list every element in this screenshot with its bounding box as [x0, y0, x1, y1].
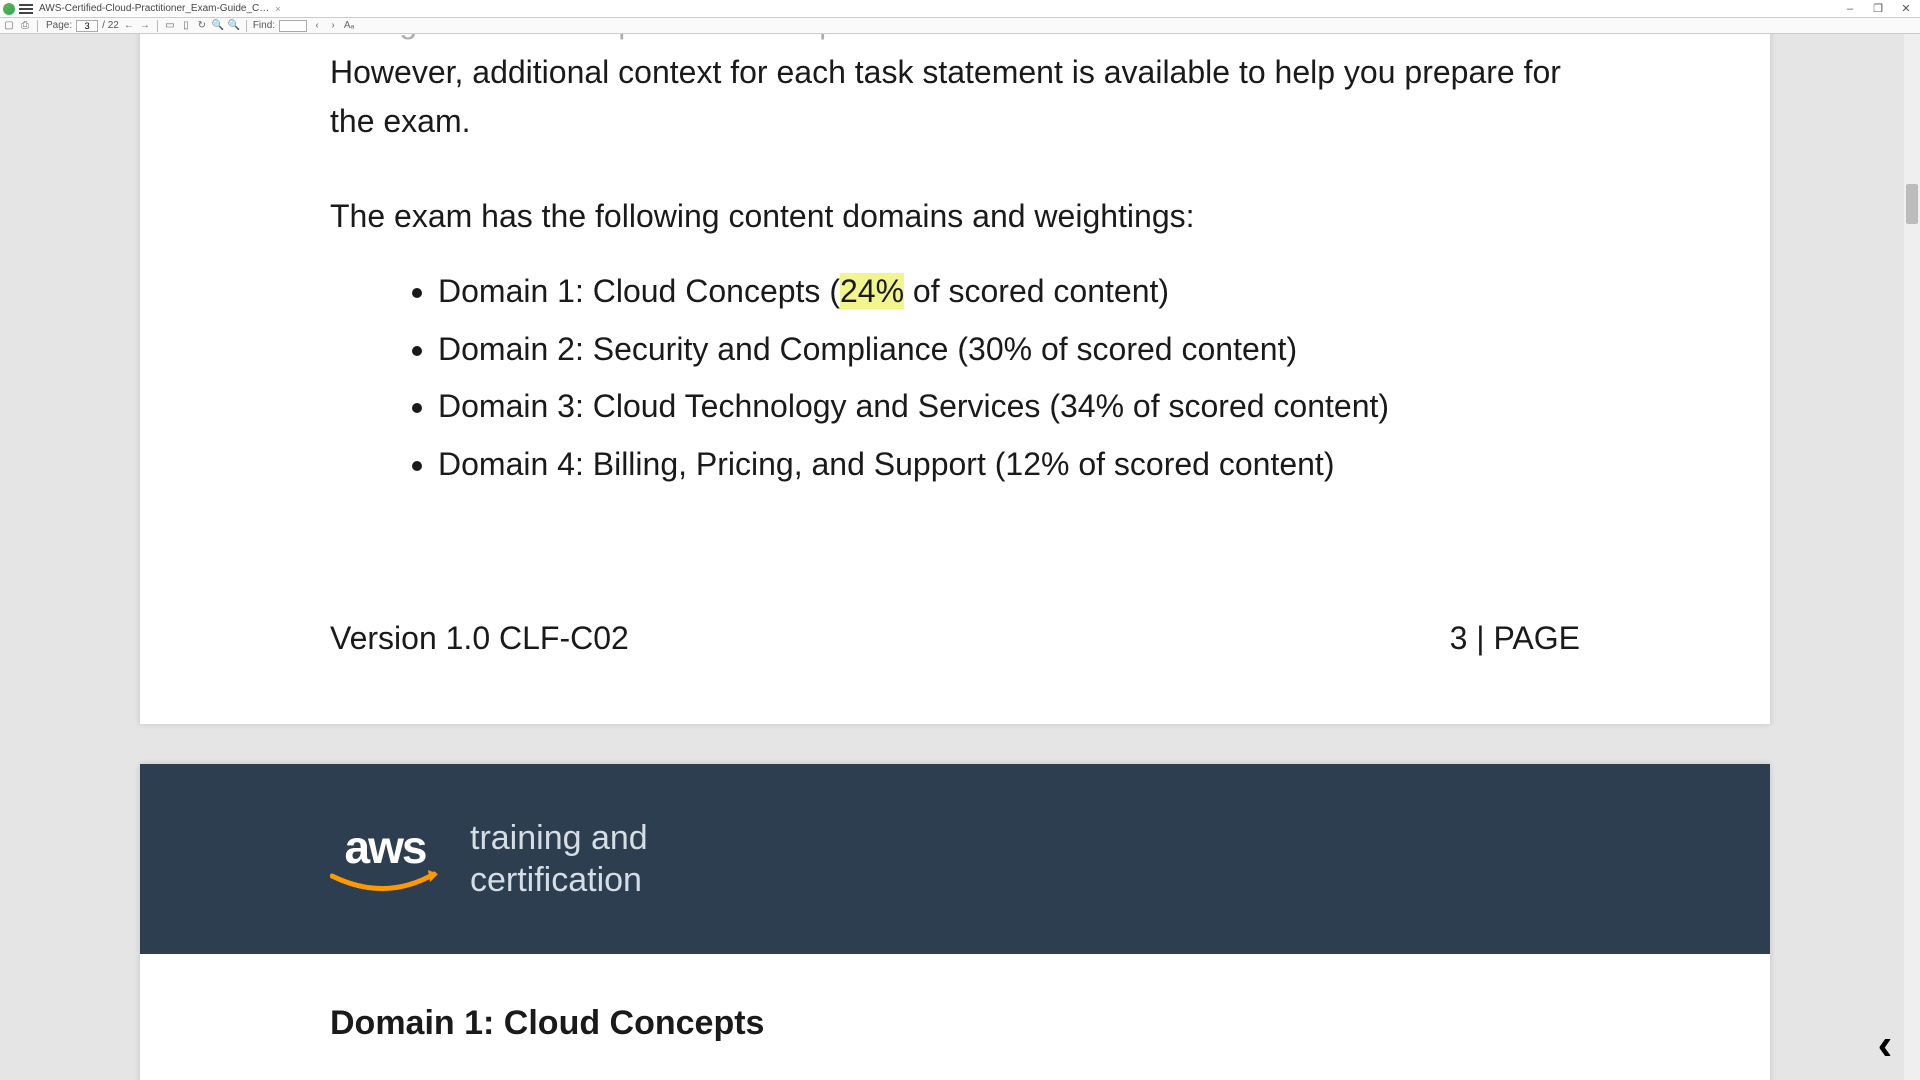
- toolbar-divider: [157, 20, 158, 32]
- zoom-out-icon[interactable]: 🔍: [212, 20, 224, 32]
- domain-bullet-4: Domain 4: Billing, Pricing, and Support …: [438, 440, 1570, 490]
- page-footer: Version 1.0 CLF-C02 3 | PAGE: [330, 620, 1580, 657]
- back-chevron-icon[interactable]: ‹: [1860, 1020, 1910, 1070]
- rotate-icon[interactable]: ↻: [196, 20, 208, 32]
- app-icon: [3, 3, 15, 15]
- find-prev-icon[interactable]: ‹: [311, 20, 323, 32]
- domain-bullet-3: Domain 3: Cloud Technology and Services …: [438, 382, 1570, 432]
- document-tab-title[interactable]: AWS-Certified-Cloud-Practitioner_Exam-Gu…: [39, 3, 269, 14]
- page-total-label: / 22: [102, 20, 119, 31]
- fit-page-icon[interactable]: ▭: [164, 20, 176, 32]
- footer-version: Version 1.0 CLF-C02: [330, 620, 629, 657]
- window-titlebar: AWS-Certified-Cloud-Practitioner_Exam-Gu…: [0, 0, 1920, 18]
- pdf-page-4: aws training and certification Domain 1:…: [140, 764, 1770, 1080]
- intro-partial-line: This guide does not provide a comprehens…: [330, 34, 1570, 48]
- pdf-page-3: This guide does not provide a comprehens…: [140, 34, 1770, 724]
- highlighted-text: 24%: [840, 273, 904, 309]
- match-case-icon[interactable]: Aₐ: [343, 20, 355, 32]
- page-label: Page:: [46, 20, 72, 31]
- aws-logo-text: aws: [345, 820, 426, 874]
- page-prev-icon[interactable]: ←: [123, 20, 135, 32]
- tab-close-icon[interactable]: ×: [275, 4, 280, 14]
- document-viewport[interactable]: This guide does not provide a comprehens…: [0, 34, 1920, 1080]
- page-next-icon[interactable]: →: [139, 20, 151, 32]
- domain-bullet-list: Domain 1: Cloud Concepts (24% of scored …: [400, 259, 1570, 489]
- aws-smile-icon: [330, 870, 440, 898]
- footer-page-number: 3 | PAGE: [1450, 620, 1580, 657]
- zoom-in-icon[interactable]: 🔍: [228, 20, 240, 32]
- aws-logo: aws: [330, 820, 440, 898]
- weightings-intro: The exam has the following content domai…: [330, 192, 1570, 242]
- intro-line-2: However, additional context for each tas…: [330, 48, 1570, 147]
- pdf-toolbar: ▢ ⎙ Page: / 22 ← → ▭ ▯ ↻ 🔍 🔍 Find: ‹ › A…: [0, 18, 1920, 34]
- aws-banner: aws training and certification: [140, 764, 1770, 954]
- page-number-input[interactable]: [76, 20, 98, 32]
- find-input[interactable]: [279, 20, 307, 32]
- find-label: Find:: [253, 20, 275, 31]
- intro-paragraph: This guide does not provide a comprehens…: [330, 34, 1570, 147]
- hamburger-icon[interactable]: [19, 4, 33, 14]
- toolbar-divider: [37, 20, 38, 32]
- find-next-icon[interactable]: ›: [327, 20, 339, 32]
- domain-bullet-2: Domain 2: Security and Compliance (30% o…: [438, 325, 1570, 375]
- banner-subtitle: training and certification: [470, 817, 648, 902]
- domain-1-heading: Domain 1: Cloud Concepts: [330, 1004, 764, 1043]
- toolbar-divider: [246, 20, 247, 32]
- fit-width-icon[interactable]: ▯: [180, 20, 192, 32]
- vertical-scrollbar[interactable]: [1904, 34, 1920, 1080]
- window-close-button[interactable]: ✕: [1892, 2, 1920, 15]
- domain-bullet-1: Domain 1: Cloud Concepts (24% of scored …: [438, 267, 1570, 317]
- scrollbar-thumb[interactable]: [1906, 184, 1918, 224]
- window-maximize-button[interactable]: ❐: [1864, 2, 1892, 15]
- window-minimize-button[interactable]: –: [1836, 3, 1864, 15]
- print-icon[interactable]: ⎙: [19, 20, 31, 32]
- sidebar-toggle-icon[interactable]: ▢: [3, 20, 15, 32]
